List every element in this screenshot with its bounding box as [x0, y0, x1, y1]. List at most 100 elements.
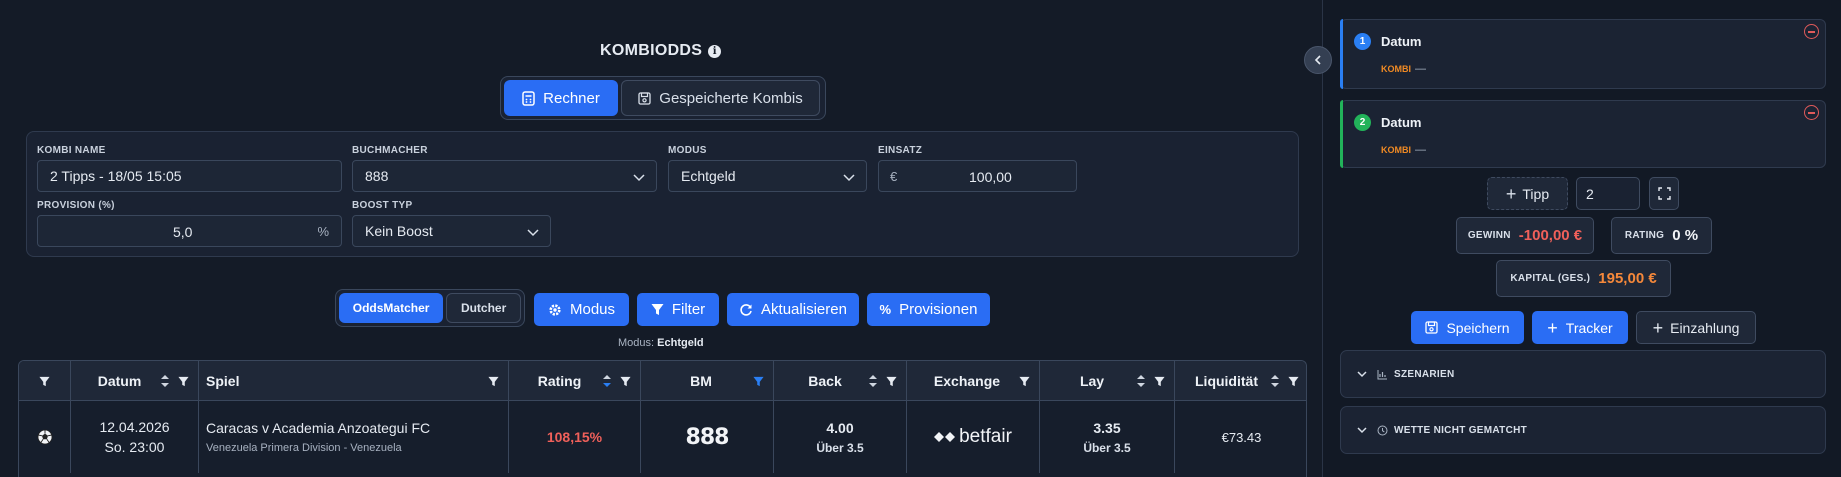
back-market: Über 3.5	[816, 440, 864, 455]
provision-input[interactable]: 5,0 %	[37, 215, 342, 247]
sort-desc-icon[interactable]	[602, 374, 612, 391]
toggle-dutcher[interactable]: Dutcher	[446, 293, 521, 323]
gear-icon	[549, 303, 561, 316]
col-spiel[interactable]: Spiel	[199, 361, 509, 401]
col-datum[interactable]: Datum	[71, 361, 199, 401]
lay-cell[interactable]: 3.35 Über 3.5	[1040, 401, 1175, 473]
rating-stat: RATING 0 %	[1611, 217, 1712, 254]
tip-kombi: KOMBI —	[1381, 144, 1426, 156]
chevron-down-icon	[1357, 427, 1367, 434]
bookmaker-cell[interactable]: 888	[641, 401, 774, 473]
percent-icon: %	[879, 302, 892, 317]
einsatz-input[interactable]: € 100,00	[878, 160, 1077, 192]
lay-odds: 3.35	[1093, 419, 1121, 436]
col-exchange[interactable]: Exchange	[907, 361, 1040, 401]
sort-icon[interactable]	[1136, 374, 1146, 391]
sort-icon[interactable]	[160, 374, 170, 391]
filter-icon[interactable]	[178, 374, 189, 390]
einzahlung-button[interactable]: + Einzahlung	[1636, 311, 1756, 344]
save-button-label: Speichern	[1446, 319, 1510, 336]
main-content: KOMBIODDS i Rechner Gespeicherte Kombis …	[0, 0, 1322, 477]
kapital-stat: KAPITAL (GES.) 195,00 €	[1496, 260, 1671, 297]
chevron-down-icon	[527, 229, 539, 237]
odds-table: Datum Spiel Rating BM Back Exchange Lay …	[18, 360, 1307, 477]
filter-icon[interactable]	[620, 374, 631, 390]
gewinn-value: -100,00 €	[1518, 227, 1583, 244]
tip-kombi-value: —	[1415, 144, 1426, 156]
col-liquiditaet[interactable]: Liquidität	[1175, 361, 1306, 401]
gewinn-stat: GEWINN -100,00 €	[1456, 217, 1594, 254]
betfair-logo-icon	[934, 432, 956, 442]
filter-icon[interactable]	[886, 374, 897, 390]
sort-icon[interactable]	[1270, 374, 1280, 391]
modus-label: MODUS	[668, 145, 707, 156]
sort-icon[interactable]	[868, 374, 878, 391]
provisions-button[interactable]: % Provisionen	[867, 293, 990, 326]
refresh-button[interactable]: Aktualisieren	[727, 293, 859, 326]
tab-rechner[interactable]: Rechner	[504, 80, 618, 116]
match-cell[interactable]: Caracas v Academia Anzoategui FC Venezue…	[199, 401, 509, 473]
tip-card-1[interactable]: 1 Datum KOMBI —	[1340, 19, 1826, 89]
exchange-cell[interactable]: betfair	[907, 401, 1040, 473]
col-bm[interactable]: BM	[641, 361, 774, 401]
toggle-oddsmatcher[interactable]: OddsMatcher	[339, 293, 444, 323]
buchmacher-select[interactable]: 888	[352, 160, 657, 192]
soccer-ball-icon	[37, 429, 52, 445]
tab-gespeicherte-label: Gespeicherte Kombis	[659, 89, 803, 107]
filter-button-label: Filter	[671, 301, 706, 318]
tip-count-input[interactable]: 2	[1576, 177, 1640, 210]
tip-kombi-label: KOMBI	[1381, 145, 1411, 155]
back-odds: 4.00	[826, 419, 854, 436]
filter-active-icon[interactable]	[753, 374, 764, 390]
boost-typ-label: BOOST TYP	[352, 200, 413, 211]
modus-status: Modus: Echtgeld	[618, 337, 704, 349]
tracker-button[interactable]: + Tracker	[1532, 311, 1628, 344]
filter-icon[interactable]	[1154, 374, 1165, 390]
remove-tip-icon[interactable]	[1804, 105, 1819, 120]
filter-button[interactable]: Filter	[637, 293, 719, 326]
save-icon	[1425, 321, 1439, 334]
refresh-button-label: Aktualisieren	[761, 301, 847, 318]
fullscreen-icon	[1657, 187, 1671, 200]
fullscreen-button[interactable]	[1649, 177, 1679, 210]
col-back[interactable]: Back	[774, 361, 907, 401]
nicht-gematcht-accordion[interactable]: WETTE NICHT GEMATCHT	[1340, 406, 1826, 454]
view-tabs: Rechner Gespeicherte Kombis	[500, 76, 826, 120]
filter-icon[interactable]	[1288, 374, 1299, 390]
table-row[interactable]: 12.04.2026 So. 23:00 Caracas v Academia …	[19, 401, 1306, 473]
collapse-sidebar-button[interactable]	[1304, 46, 1332, 74]
rating-label: RATING	[1624, 230, 1665, 241]
col-lay[interactable]: Lay	[1040, 361, 1175, 401]
col-rating[interactable]: Rating	[509, 361, 641, 401]
bookmaker-logo: 888	[685, 424, 730, 450]
info-icon[interactable]: i	[708, 44, 722, 58]
date-cell: 12.04.2026 So. 23:00	[71, 401, 199, 473]
modus-status-value: Echtgeld	[657, 337, 704, 349]
szenarien-accordion[interactable]: SZENARIEN	[1340, 350, 1826, 398]
save-button[interactable]: Speichern	[1411, 311, 1524, 344]
kombi-name-label: KOMBI NAME	[37, 145, 106, 156]
modus-status-prefix: Modus:	[618, 337, 655, 349]
percent-unit: %	[317, 224, 329, 239]
tip-card-2[interactable]: 2 Datum KOMBI —	[1340, 100, 1826, 168]
filter-icon[interactable]	[488, 374, 499, 390]
col-sport[interactable]	[19, 361, 71, 401]
remove-tip-icon[interactable]	[1804, 24, 1819, 39]
lay-market: Über 3.5	[1083, 440, 1131, 455]
save-icon	[638, 91, 651, 105]
tab-gespeicherte-kombis[interactable]: Gespeicherte Kombis	[621, 80, 820, 116]
modus-select[interactable]: Echtgeld	[668, 160, 867, 192]
gewinn-label: GEWINN	[1467, 230, 1511, 241]
boost-typ-select[interactable]: Kein Boost	[352, 215, 551, 247]
tip-number: 2	[1354, 114, 1371, 131]
rating-cell: 108,15%	[509, 401, 641, 473]
einsatz-label: EINSATZ	[878, 145, 923, 156]
kombi-name-input[interactable]: 2 Tipps - 18/05 15:05	[37, 160, 342, 192]
filter-icon[interactable]	[1019, 374, 1030, 390]
add-tip-button[interactable]: + Tipp	[1487, 177, 1568, 210]
back-cell[interactable]: 4.00 Über 3.5	[774, 401, 907, 473]
col-exchange-label: Exchange	[933, 373, 1001, 389]
modus-button[interactable]: Modus	[534, 293, 629, 326]
tip-kombi-value: —	[1415, 63, 1426, 75]
boost-typ-value: Kein Boost	[365, 223, 433, 239]
